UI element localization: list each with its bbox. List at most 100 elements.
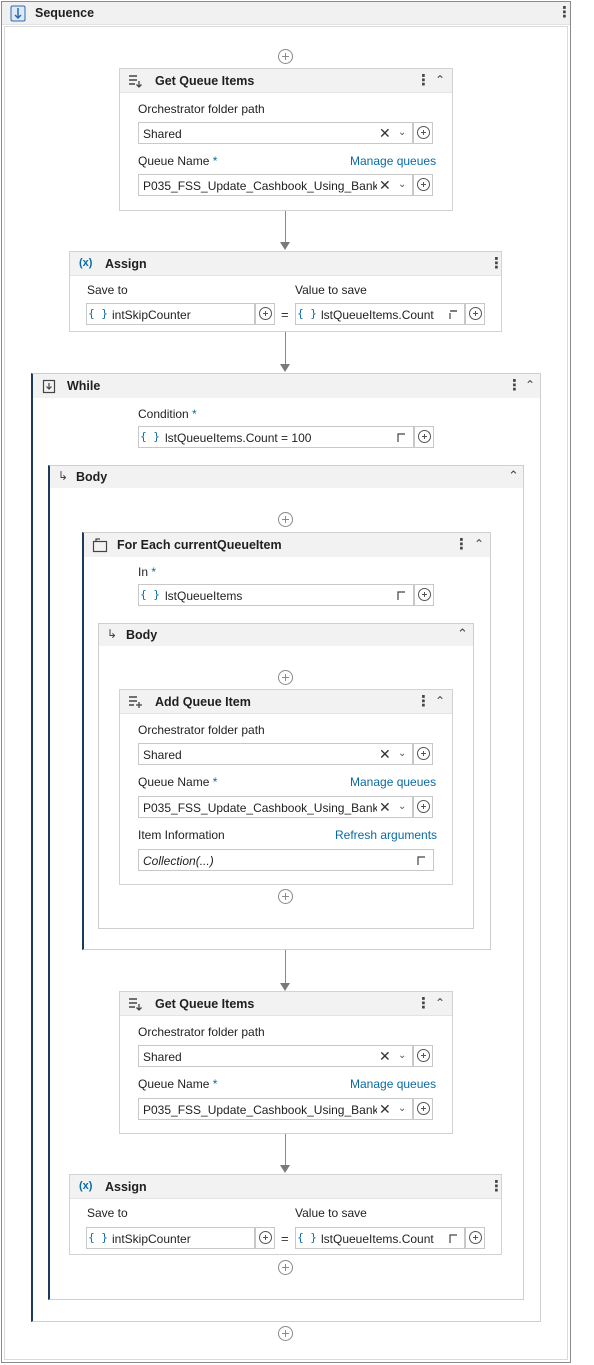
get-queue-items-activity[interactable]: Get Queue Items ⋮ ⌃ Orchestrator folder … [119,991,453,1134]
clear-icon[interactable]: ✕ [379,125,391,141]
manage-queues-link[interactable]: Manage queues [350,1077,436,1091]
folder-path-field[interactable]: Shared ✕ ⌄ [138,1045,413,1067]
more-options-icon[interactable]: ⋮ [416,694,431,709]
save-to-value: intSkipCounter [112,308,191,322]
queue-name-add-button[interactable] [413,1098,433,1120]
activity-title: Assign [105,1180,147,1194]
chevron-down-icon[interactable]: ⌄ [398,800,406,814]
queue-name-add-button[interactable] [413,796,433,818]
queue-name-field[interactable]: P035_FSS_Update_Cashbook_Using_Bank_Sta … [138,174,413,196]
queue-name-label: Queue Name * [138,1077,218,1091]
chevron-down-icon[interactable]: ⌄ [398,126,406,140]
more-options-icon[interactable]: ⋮ [416,73,431,88]
save-to-value: intSkipCounter [112,1232,191,1246]
folder-path-add-button[interactable] [413,743,433,765]
add-queue-item-activity[interactable]: Add Queue Item ⋮ ⌃ Orchestrator folder p… [119,689,453,885]
queue-name-value: P035_FSS_Update_Cashbook_Using_Bank_Sta [143,801,377,815]
queue-name-add-button[interactable] [413,174,433,196]
folder-path-field[interactable]: Shared ✕ ⌄ [138,122,413,144]
plus-icon [469,1231,482,1244]
queue-name-field[interactable]: P035_FSS_Update_Cashbook_Using_Bank_Sta … [138,796,413,818]
save-to-field[interactable]: { } intSkipCounter [86,1227,255,1249]
folder-path-field[interactable]: Shared ✕ ⌄ [138,743,413,765]
sequence-icon [10,5,26,22]
connector-line [285,332,286,364]
add-activity-icon[interactable] [278,1260,293,1275]
more-options-icon[interactable]: ⋮ [489,1179,504,1194]
assign-icon: (x) [79,257,93,269]
more-options-icon[interactable]: ⋮ [416,996,431,1011]
add-activity-icon[interactable] [278,49,293,64]
collapse-icon[interactable]: ⌃ [457,626,468,642]
collapse-icon[interactable]: ⌃ [435,74,445,86]
in-field[interactable]: { } lstQueueItems [138,584,414,606]
expand-editor-icon[interactable] [447,306,461,322]
expression-icon: { } [88,307,108,320]
clear-icon[interactable]: ✕ [379,746,391,762]
chevron-down-icon[interactable]: ⌄ [398,178,406,192]
assign-activity[interactable]: (x) Assign ⋮ Save to Value to save { } i… [69,251,504,332]
more-options-icon[interactable]: ⋮ [507,378,522,393]
value-to-save-add-button[interactable] [465,1227,485,1249]
collapse-icon[interactable]: ⌃ [435,997,445,1009]
chevron-down-icon[interactable]: ⌄ [398,1049,406,1063]
in-add-button[interactable] [414,584,434,606]
item-information-field[interactable]: Collection(...) [138,849,434,871]
value-to-save-field[interactable]: { } lstQueueItems.Count [295,1227,465,1249]
add-activity-icon[interactable] [278,1326,293,1341]
condition-add-button[interactable] [414,426,434,448]
chevron-down-icon[interactable]: ⌄ [398,1102,406,1116]
expand-editor-icon[interactable] [415,852,429,868]
value-to-save-add-button[interactable] [465,303,485,325]
collapse-icon[interactable]: ⌃ [525,379,535,391]
save-to-label: Save to [87,283,128,297]
add-queue-item-icon [129,696,142,708]
manage-queues-link[interactable]: Manage queues [350,775,436,789]
sequence-header[interactable]: Sequence ⋮ [2,2,572,25]
clear-icon[interactable]: ✕ [379,799,391,815]
while-loop-icon [42,379,56,394]
body-header [50,466,523,488]
value-to-save-field[interactable]: { } lstQueueItems.Count [295,303,465,325]
queue-name-field[interactable]: P035_FSS_Update_Cashbook_Using_Bank_Sta … [138,1098,413,1120]
queue-items-icon [129,75,142,88]
add-activity-icon[interactable] [278,670,293,685]
expand-editor-icon[interactable] [447,1230,461,1246]
body-title: Body [126,628,158,642]
condition-field[interactable]: { } lstQueueItems.Count = 100 [138,426,414,448]
queue-name-value: P035_FSS_Update_Cashbook_Using_Bank_Sta [143,1103,377,1117]
expand-editor-icon[interactable] [395,587,409,603]
expression-icon: { } [297,307,317,320]
more-options-icon[interactable]: ⋮ [489,256,504,271]
connector-arrow-icon [280,242,290,250]
add-activity-icon[interactable] [278,512,293,527]
chevron-down-icon[interactable]: ⌄ [398,747,406,761]
clear-icon[interactable]: ✕ [379,177,391,193]
folder-path-add-button[interactable] [413,1045,433,1067]
sequence-more-icon[interactable]: ⋮ [557,5,572,20]
body-title: Body [76,470,108,484]
folder-path-add-button[interactable] [413,122,433,144]
manage-queues-link[interactable]: Manage queues [350,154,436,168]
collapse-icon[interactable]: ⌃ [508,468,519,484]
connector-line [285,211,286,242]
clear-icon[interactable]: ✕ [379,1048,391,1064]
connector-arrow-icon [280,364,290,372]
collapse-icon[interactable]: ⌃ [474,538,484,550]
add-activity-icon[interactable] [278,889,293,904]
save-to-add-button[interactable] [255,303,275,325]
connector-arrow-icon [280,1165,290,1173]
activity-title: Get Queue Items [155,74,255,88]
expand-editor-icon[interactable] [395,429,409,445]
activity-title: Assign [105,257,147,271]
save-to-field[interactable]: { } intSkipCounter [86,303,255,325]
get-queue-items-activity[interactable]: Get Queue Items ⋮ ⌃ Orchestrator folder … [119,68,453,211]
clear-icon[interactable]: ✕ [379,1101,391,1117]
queue-items-icon [129,998,142,1011]
save-to-add-button[interactable] [255,1227,275,1249]
refresh-arguments-link[interactable]: Refresh arguments [335,828,437,842]
more-options-icon[interactable]: ⋮ [454,537,469,552]
assign-activity[interactable]: (x) Assign ⋮ Save to Value to save { } i… [69,1174,504,1255]
activity-header [33,374,540,398]
collapse-icon[interactable]: ⌃ [435,695,445,707]
